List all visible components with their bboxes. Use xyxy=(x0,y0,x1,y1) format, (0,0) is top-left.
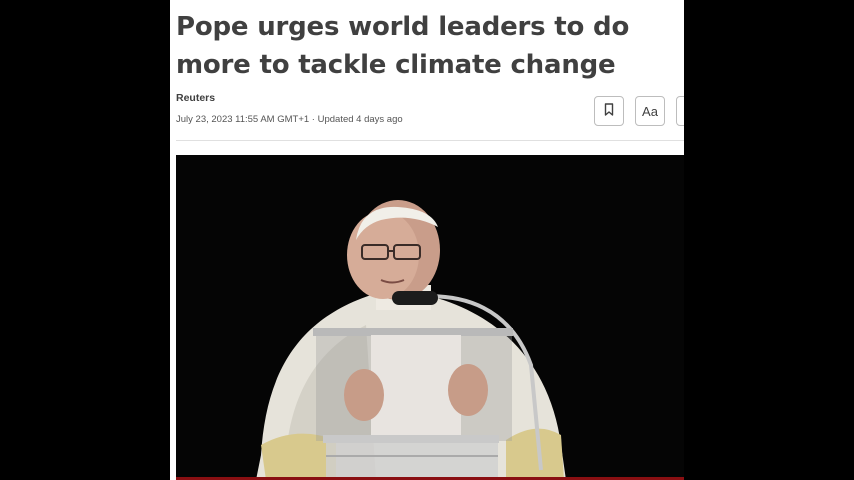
byline-source[interactable]: Reuters xyxy=(176,92,215,104)
pope-at-lectern-image xyxy=(176,155,684,480)
bookmark-button[interactable] xyxy=(594,96,624,126)
byline-dateline: July 23, 2023 11:55 AM GMT+1 · Updated 4… xyxy=(176,114,403,125)
article-page: Pope urges world leaders to do more to t… xyxy=(170,0,684,480)
share-button[interactable] xyxy=(676,96,684,126)
text-size-label: Aa xyxy=(642,103,658,119)
article-headline: Pope urges world leaders to do more to t… xyxy=(176,12,630,80)
header-divider xyxy=(176,140,684,141)
bookmark-icon xyxy=(604,103,614,119)
article-photo xyxy=(176,155,684,480)
text-size-button[interactable]: Aa xyxy=(635,96,665,126)
